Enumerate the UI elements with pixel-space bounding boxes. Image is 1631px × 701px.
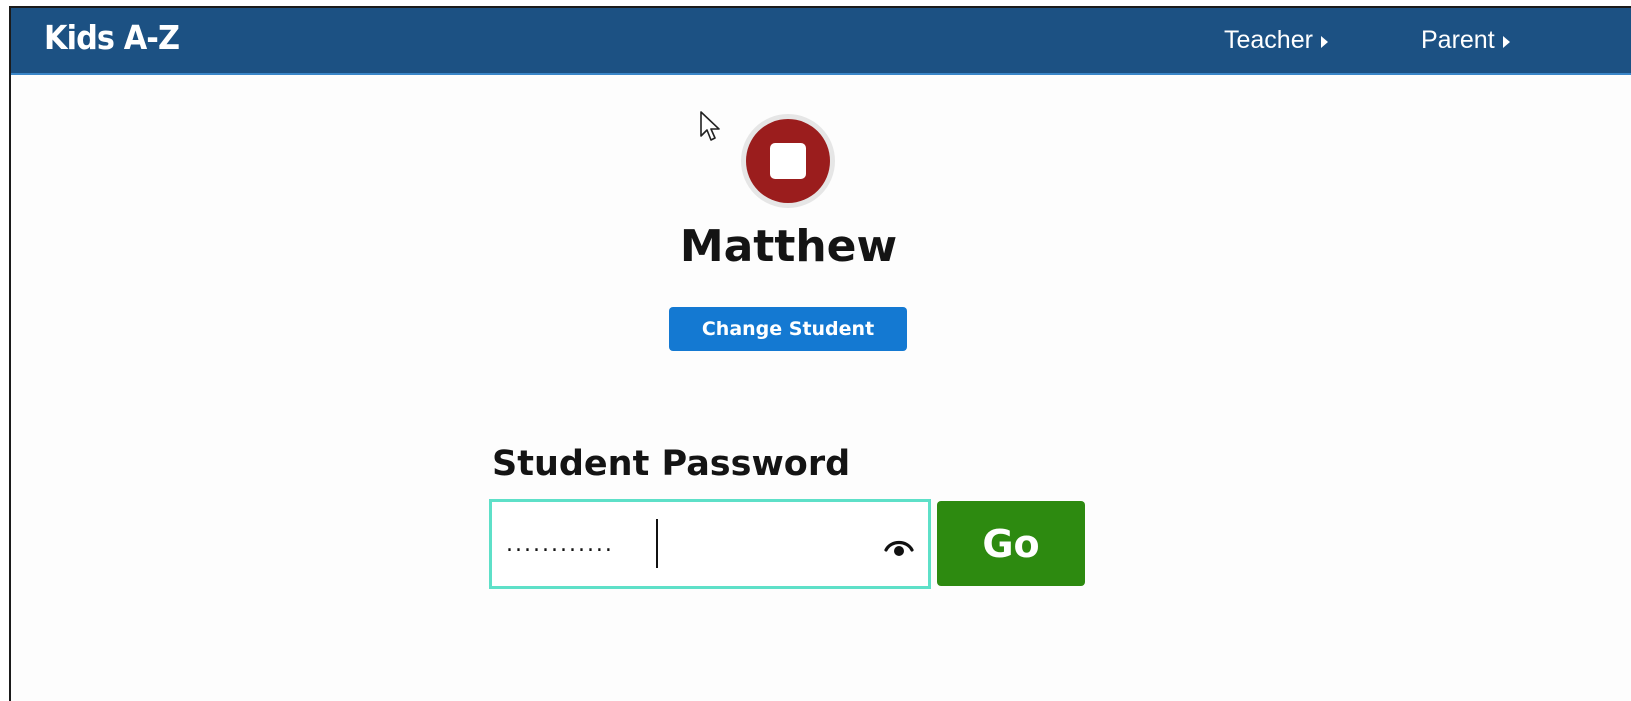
student-password-label: Student Password	[492, 444, 851, 484]
top-navigation-bar: Kids A-Z Teacher Parent	[11, 8, 1631, 75]
mouse-pointer-icon	[700, 111, 720, 141]
student-avatar	[741, 114, 835, 208]
avatar-square	[770, 143, 806, 179]
caret-right-icon	[1320, 35, 1328, 48]
student-name: Matthew	[679, 221, 898, 272]
nav-link-teacher[interactable]: Teacher	[1224, 26, 1328, 55]
change-student-button[interactable]: Change Student	[669, 307, 907, 351]
kids-a-z-logo[interactable]: Kids A-Z	[44, 18, 180, 57]
nav-link-teacher-label: Teacher	[1224, 26, 1313, 54]
password-field[interactable]	[489, 499, 931, 589]
go-button[interactable]: Go	[937, 501, 1085, 586]
nav-link-parent-label: Parent	[1421, 26, 1495, 54]
stop-square-avatar-icon	[746, 119, 830, 203]
text-caret	[656, 519, 658, 568]
caret-right-icon	[1502, 35, 1510, 48]
eye-icon[interactable]	[884, 536, 914, 558]
page-frame: Kids A-Z Teacher Parent Matthew Change S…	[9, 6, 1631, 701]
nav-link-parent[interactable]: Parent	[1421, 26, 1510, 55]
